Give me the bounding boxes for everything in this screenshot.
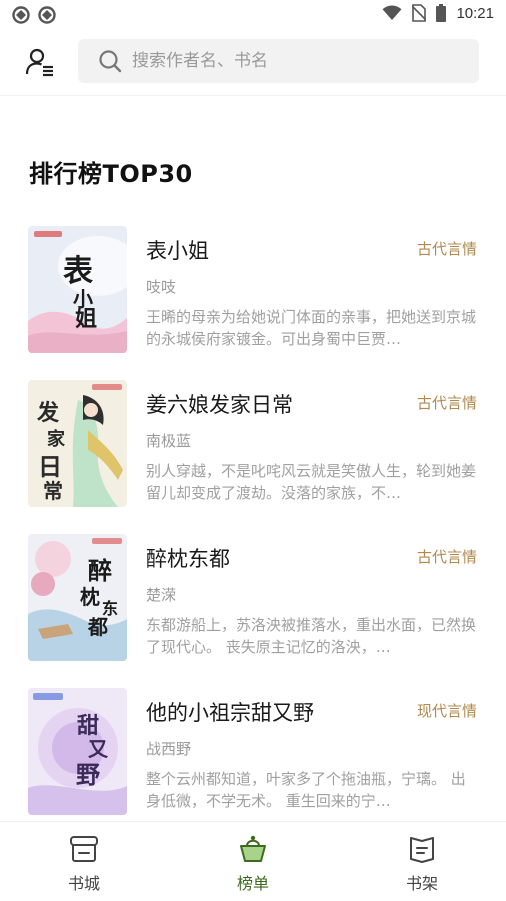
battery-icon	[436, 4, 447, 22]
book-cover[interactable]: 表 小 姐	[28, 226, 127, 353]
book-list-item[interactable]: 甜 又 野 他的小祖宗甜又野 现代言情 战西野 整个云州都知道，叶家多了个拖油瓶…	[0, 688, 506, 816]
book-description: 东都游船上，苏洛泱被推落水，重出水面，已然换了现代心。 丧失原主记忆的洛泱，…	[146, 616, 477, 656]
wifi-icon	[382, 5, 402, 21]
tab-bookshelf[interactable]: 书架	[338, 822, 506, 901]
book-author: 吱吱	[146, 278, 177, 296]
book-title: 姜六娘发家日常	[146, 393, 293, 417]
top-header	[0, 30, 506, 96]
book-cover[interactable]: 甜 又 野	[28, 688, 127, 815]
search-input[interactable]	[132, 51, 432, 71]
tab-label: 书架	[405, 874, 438, 893]
svg-text:醉: 醉	[88, 556, 112, 585]
book-cover[interactable]: 醉 枕 东 都	[28, 534, 127, 661]
book-author: 南极蓝	[146, 432, 192, 450]
svg-text:枕: 枕	[80, 585, 100, 609]
book-cover[interactable]: 发 家 日 常	[28, 380, 127, 507]
book-category-tag: 古代言情	[416, 548, 477, 566]
profile-button[interactable]	[22, 44, 58, 80]
tab-label: 榜单	[236, 874, 269, 893]
svg-text:发: 发	[36, 400, 60, 426]
book-list-item[interactable]: 醉 枕 东 都 醉枕东都 古代言情 楚溁 东都游船上，苏洛泱被推落水，重出水面，…	[0, 534, 506, 662]
ranking-section-title: 排行榜TOP30	[29, 160, 193, 188]
status-notifications	[12, 6, 56, 24]
book-author: 楚溁	[146, 586, 177, 604]
search-bar[interactable]	[78, 39, 479, 83]
app-notification-icon	[12, 6, 30, 24]
book-category-tag: 古代言情	[416, 240, 477, 258]
tab-ranking[interactable]: 榜单	[169, 822, 337, 901]
book-list-item[interactable]: 表 小 姐 表小姐 古代言情 吱吱 王晞的母亲为给她说门体面的亲事，把她送到京城…	[0, 226, 506, 354]
svg-text:家: 家	[47, 428, 66, 450]
search-icon	[98, 49, 122, 73]
bottom-tab-bar: 书城 榜单 书架	[0, 821, 506, 901]
user-menu-icon	[25, 48, 53, 77]
book-title: 醉枕东都	[146, 547, 230, 571]
app-notification-icon	[38, 6, 56, 24]
svg-text:野: 野	[76, 760, 100, 789]
svg-text:又: 又	[88, 737, 109, 761]
ranking-basket-icon	[240, 835, 266, 862]
bookstore-icon	[70, 836, 98, 862]
svg-text:常: 常	[43, 479, 63, 503]
book-description: 别人穿越，不是叱咤风云就是笑傲人生，轮到她姜留儿却变成了渡劫。没落的家族，不…	[146, 462, 477, 502]
bookshelf-icon	[410, 837, 434, 863]
status-indicators: 10:21	[382, 4, 494, 22]
no-sim-icon	[412, 4, 427, 22]
svg-text:甜: 甜	[77, 713, 99, 739]
svg-text:表: 表	[63, 254, 93, 289]
book-category-tag: 现代言情	[416, 702, 477, 720]
svg-text:日: 日	[38, 452, 62, 481]
svg-text:都: 都	[87, 615, 108, 639]
status-bar: 10:21	[0, 0, 506, 30]
book-description: 整个云州都知道，叶家多了个拖油瓶，宁璃。 出身低微，不学无术。 重生回来的宁…	[146, 770, 466, 810]
book-title: 表小姐	[146, 239, 209, 263]
book-author: 战西野	[146, 740, 192, 758]
status-time: 10:21	[456, 4, 494, 22]
tab-label: 书城	[67, 874, 100, 893]
svg-text:姐: 姐	[75, 306, 97, 332]
book-description: 王晞的母亲为给她说门体面的亲事，把她送到京城的永城侯府家镀金。可出身蜀中巨贾…	[146, 308, 477, 348]
book-title: 他的小祖宗甜又野	[146, 701, 314, 725]
book-category-tag: 古代言情	[416, 394, 477, 412]
tab-bookstore[interactable]: 书城	[0, 822, 168, 901]
book-list-item[interactable]: 发 家 日 常 姜六娘发家日常 古代言情 南极蓝 别人穿越，不是叱咤风云就是笑傲…	[0, 380, 506, 508]
